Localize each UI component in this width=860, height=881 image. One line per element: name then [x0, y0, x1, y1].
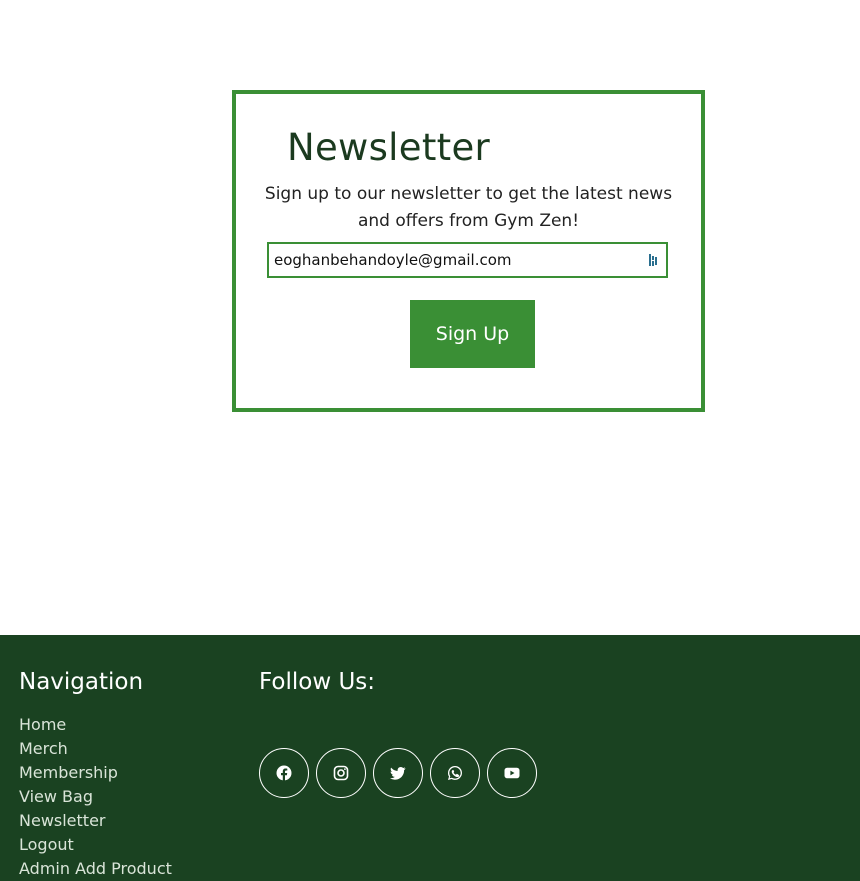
sign-up-button[interactable]: Sign Up [410, 300, 535, 368]
youtube-icon [504, 767, 520, 779]
footer-nav-item: Newsletter [19, 809, 172, 833]
footer-nav-item: Logout [19, 833, 172, 857]
instagram-icon [333, 765, 349, 781]
footer-link-admin-add-product[interactable]: Admin Add Product [19, 859, 172, 878]
site-footer: Navigation Home Merch Membership View Ba… [0, 635, 860, 881]
footer-nav-item: View Bag [19, 785, 172, 809]
email-field[interactable] [267, 242, 668, 278]
footer-nav-item: Merch [19, 737, 172, 761]
youtube-link[interactable] [487, 748, 537, 798]
whatsapp-icon [448, 766, 462, 780]
footer-link-merch[interactable]: Merch [19, 739, 68, 758]
page: Newsletter Sign up to our newsletter to … [0, 0, 860, 881]
whatsapp-link[interactable] [430, 748, 480, 798]
newsletter-title: Newsletter [287, 126, 491, 169]
footer-nav-item: Home [19, 713, 172, 737]
social-links [259, 748, 537, 798]
newsletter-description: Sign up to our newsletter to get the lat… [264, 184, 673, 231]
twitter-icon [390, 767, 406, 780]
footer-link-newsletter[interactable]: Newsletter [19, 811, 106, 830]
footer-link-home[interactable]: Home [19, 715, 66, 734]
facebook-link[interactable] [259, 748, 309, 798]
follow-us-title: Follow Us: [259, 669, 376, 695]
footer-link-logout[interactable]: Logout [19, 835, 74, 854]
password-manager-icon[interactable] [648, 253, 660, 267]
footer-link-membership[interactable]: Membership [19, 763, 118, 782]
facebook-icon [276, 765, 292, 781]
footer-nav-item: Membership [19, 761, 172, 785]
email-input[interactable] [269, 244, 644, 276]
footer-link-view-bag[interactable]: View Bag [19, 787, 93, 806]
footer-nav-item: Admin Add Product [19, 857, 172, 881]
footer-navigation-title: Navigation [19, 669, 144, 695]
footer-nav-list: Home Merch Membership View Bag Newslette… [19, 713, 172, 881]
twitter-link[interactable] [373, 748, 423, 798]
newsletter-card: Newsletter Sign up to our newsletter to … [232, 90, 705, 412]
instagram-link[interactable] [316, 748, 366, 798]
